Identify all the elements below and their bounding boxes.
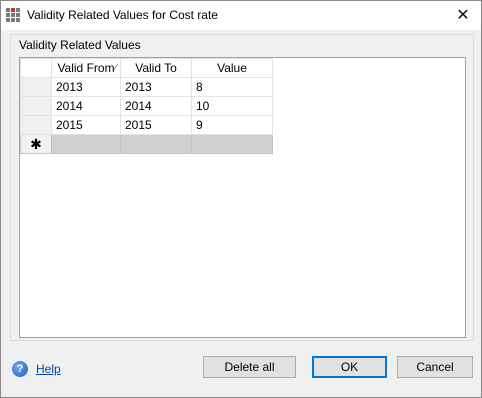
column-header-valid-from[interactable]: Valid From ⁄ (51, 58, 121, 78)
cell-valid-from[interactable]: 2014 (51, 96, 121, 116)
table-row[interactable]: 2015 2015 9 (20, 115, 273, 135)
row-header[interactable] (20, 115, 52, 135)
cell-value[interactable]: 9 (191, 115, 273, 135)
cell-valid-from[interactable]: 2013 (51, 77, 121, 97)
row-header[interactable] (20, 77, 52, 97)
cell-value[interactable]: 10 (191, 96, 273, 116)
cancel-button[interactable]: Cancel (397, 356, 473, 378)
values-table: Valid From ⁄ Valid To Value 2013 2013 8 (20, 58, 273, 154)
help-area: ? Help (12, 361, 61, 377)
table-row[interactable]: 2014 2014 10 (20, 96, 273, 116)
row-header[interactable] (20, 96, 52, 116)
validity-values-group: Validity Related Values Valid From ⁄ Val… (10, 34, 474, 341)
cell-valid-from[interactable]: 2015 (51, 115, 121, 135)
ok-button[interactable]: OK (312, 356, 387, 378)
title-bar[interactable]: Validity Related Values for Cost rate ✕ (1, 1, 481, 30)
cell-value[interactable]: 8 (191, 77, 273, 97)
new-row-marker-icon: ✱ (20, 134, 52, 154)
new-cell-value[interactable] (191, 134, 273, 154)
new-cell-valid-from[interactable] (51, 134, 121, 154)
table-row[interactable]: 2013 2013 8 (20, 77, 273, 97)
sort-indicator-icon: ⁄ (115, 62, 117, 72)
help-icon[interactable]: ? (12, 361, 28, 377)
cell-valid-to[interactable]: 2013 (120, 77, 192, 97)
cell-valid-to[interactable]: 2015 (120, 115, 192, 135)
dialog-window: Validity Related Values for Cost rate ✕ … (0, 0, 482, 398)
column-header-value[interactable]: Value (191, 58, 273, 78)
values-grid[interactable]: Valid From ⁄ Valid To Value 2013 2013 8 (19, 57, 466, 338)
close-icon: ✕ (456, 7, 470, 24)
corner-header[interactable] (20, 58, 52, 78)
delete-all-button[interactable]: Delete all (203, 356, 296, 378)
group-label: Validity Related Values (19, 38, 141, 52)
help-link[interactable]: Help (36, 362, 61, 376)
new-cell-valid-to[interactable] (120, 134, 192, 154)
column-header-valid-to[interactable]: Valid To (120, 58, 192, 78)
new-row[interactable]: ✱ (20, 134, 273, 154)
grid-app-icon (6, 8, 21, 23)
close-button[interactable]: ✕ (451, 4, 475, 26)
window-title: Validity Related Values for Cost rate (27, 8, 218, 22)
cell-valid-to[interactable]: 2014 (120, 96, 192, 116)
header-row: Valid From ⁄ Valid To Value (20, 58, 273, 78)
